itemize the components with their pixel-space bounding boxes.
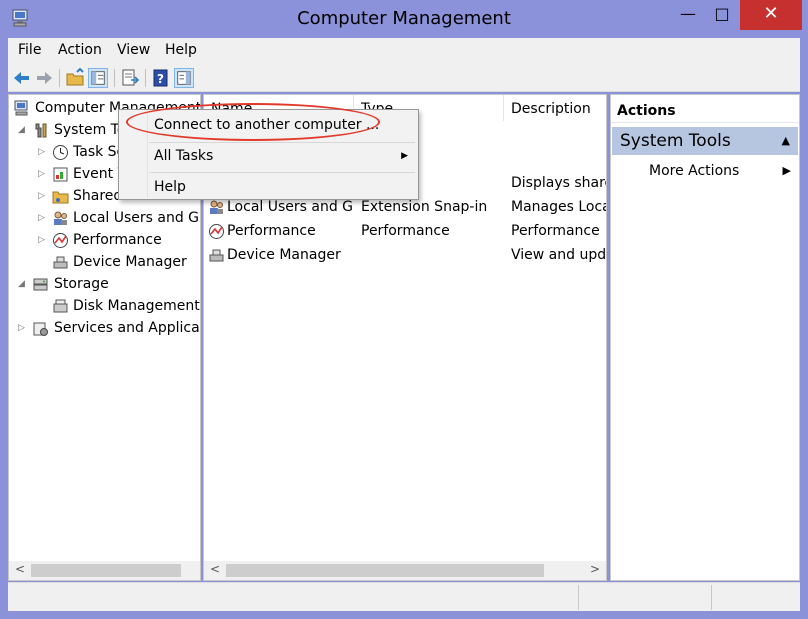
- scroll-thumb[interactable]: [226, 564, 544, 577]
- disk-management-icon: [53, 299, 68, 313]
- device-manager-icon: [209, 249, 224, 262]
- expand-arrow-icon[interactable]: ▷: [38, 163, 48, 185]
- back-arrow-icon[interactable]: [12, 68, 32, 88]
- storage-icon: [33, 278, 48, 291]
- show-action-pane-icon[interactable]: [174, 68, 194, 88]
- tree-label: Storage: [54, 276, 109, 292]
- table-row[interactable]: Device Manager: [208, 244, 354, 266]
- tree-item-disk-management[interactable]: Disk Management: [9, 295, 200, 317]
- forward-arrow-icon[interactable]: [34, 68, 54, 88]
- tree-item-performance[interactable]: ▷ Performance: [9, 229, 200, 251]
- scroll-left-icon[interactable]: <: [210, 562, 220, 576]
- tree-horizontal-scrollbar[interactable]: <: [9, 561, 200, 580]
- status-divider: [578, 585, 579, 610]
- scroll-thumb[interactable]: [31, 564, 181, 577]
- menu-file[interactable]: File: [18, 42, 41, 58]
- context-menu: Connect to another computer ... All Task…: [118, 109, 419, 200]
- tree-label: Performance: [73, 232, 162, 248]
- show-hide-tree-icon[interactable]: [88, 68, 108, 88]
- menu-action[interactable]: Action: [58, 42, 102, 58]
- status-divider: [711, 585, 712, 610]
- more-actions-label: More Actions: [649, 163, 740, 179]
- menu-view[interactable]: View: [117, 42, 150, 58]
- actions-header: Actions: [611, 95, 799, 123]
- expand-arrow-icon[interactable]: ▷: [38, 229, 48, 251]
- title-bar[interactable]: Computer Management — □ ✕: [0, 0, 808, 38]
- menu-item-all-tasks[interactable]: All Tasks ▶: [119, 144, 418, 168]
- list-cell-name: Performance: [227, 223, 316, 239]
- services-icon: [33, 322, 48, 336]
- collapse-up-icon[interactable]: ▲: [782, 127, 790, 155]
- actions-group-label: System Tools: [620, 131, 731, 151]
- export-list-icon[interactable]: [120, 68, 140, 88]
- expand-arrow-icon[interactable]: ▷: [18, 317, 28, 339]
- tree-item-storage[interactable]: ◢ Storage: [9, 273, 200, 295]
- list-cell-description: Displays shared folders: [511, 175, 606, 191]
- menu-separator: [149, 172, 415, 173]
- actions-group-system-tools[interactable]: System Tools ▲: [612, 127, 798, 155]
- menu-bar: File Action View Help: [8, 38, 800, 64]
- maximize-button[interactable]: □: [705, 0, 739, 30]
- up-folder-icon[interactable]: [65, 68, 85, 88]
- collapse-arrow-icon[interactable]: ◢: [18, 119, 28, 141]
- svg-text:?: ?: [157, 72, 164, 86]
- tree-label: Local Users and Groups: [73, 210, 200, 226]
- menu-help[interactable]: Help: [165, 42, 197, 58]
- tree-label: Disk Management: [73, 298, 200, 314]
- more-actions-item[interactable]: More Actions ▶: [649, 159, 799, 183]
- submenu-arrow-icon: ▶: [401, 151, 408, 161]
- event-viewer-icon: [53, 167, 68, 182]
- scroll-right-icon[interactable]: >: [590, 562, 600, 576]
- toolbar-separator: [145, 69, 146, 87]
- performance-icon: [53, 233, 68, 248]
- menu-item-connect[interactable]: Connect to another computer ...: [119, 113, 418, 137]
- toolbar-separator: [114, 69, 115, 87]
- expand-arrow-icon[interactable]: ▷: [38, 141, 48, 163]
- scroll-left-icon[interactable]: <: [15, 562, 25, 576]
- tree-item-local-users[interactable]: ▷ Local Users and Groups: [9, 207, 200, 229]
- computer-management-icon: [14, 100, 28, 116]
- list-cell-type: Performance: [361, 223, 450, 239]
- expand-arrow-icon[interactable]: ▷: [38, 185, 48, 207]
- menu-separator: [149, 142, 415, 143]
- expand-arrow-icon[interactable]: ▷: [38, 207, 48, 229]
- list-cell-name: Device Manager: [227, 247, 341, 263]
- shared-folder-icon: [52, 191, 69, 204]
- clock-icon: [53, 145, 68, 160]
- window: Computer Management — □ ✕ File Action Vi…: [0, 0, 808, 619]
- collapse-arrow-icon[interactable]: ◢: [18, 273, 28, 295]
- close-button[interactable]: ✕: [740, 0, 802, 30]
- tree-item-device-manager[interactable]: Device Manager: [9, 251, 200, 273]
- tree-label: Device Manager: [73, 254, 187, 270]
- status-bar: [8, 582, 800, 611]
- system-tools-icon: [35, 123, 47, 138]
- help-icon[interactable]: ?: [151, 68, 171, 88]
- list-cell-description: View and update hardware: [511, 247, 607, 263]
- table-row[interactable]: Performance: [208, 220, 354, 242]
- tree-item-services-applications[interactable]: ▷ Services and Applications: [9, 317, 200, 339]
- submenu-arrow-icon: ▶: [782, 164, 791, 177]
- toolbar-separator: [59, 69, 60, 87]
- column-header-description[interactable]: Description: [504, 95, 606, 121]
- list-cell-description: Manages Local Users and Groups: [511, 199, 606, 215]
- device-manager-icon: [53, 256, 68, 269]
- toolbar: ?: [8, 64, 800, 92]
- users-icon: [54, 211, 67, 225]
- users-icon: [210, 200, 223, 214]
- tree-label: Services and Applications: [54, 320, 200, 336]
- menu-item-label: All Tasks: [154, 148, 214, 164]
- minimize-button[interactable]: —: [671, 0, 705, 30]
- list-horizontal-scrollbar[interactable]: < >: [204, 561, 606, 580]
- performance-icon: [209, 224, 224, 239]
- list-cell-description: Performance: [511, 223, 600, 239]
- menu-item-help[interactable]: Help: [119, 175, 418, 199]
- actions-pane: Actions System Tools ▲ More Actions ▶: [610, 94, 800, 581]
